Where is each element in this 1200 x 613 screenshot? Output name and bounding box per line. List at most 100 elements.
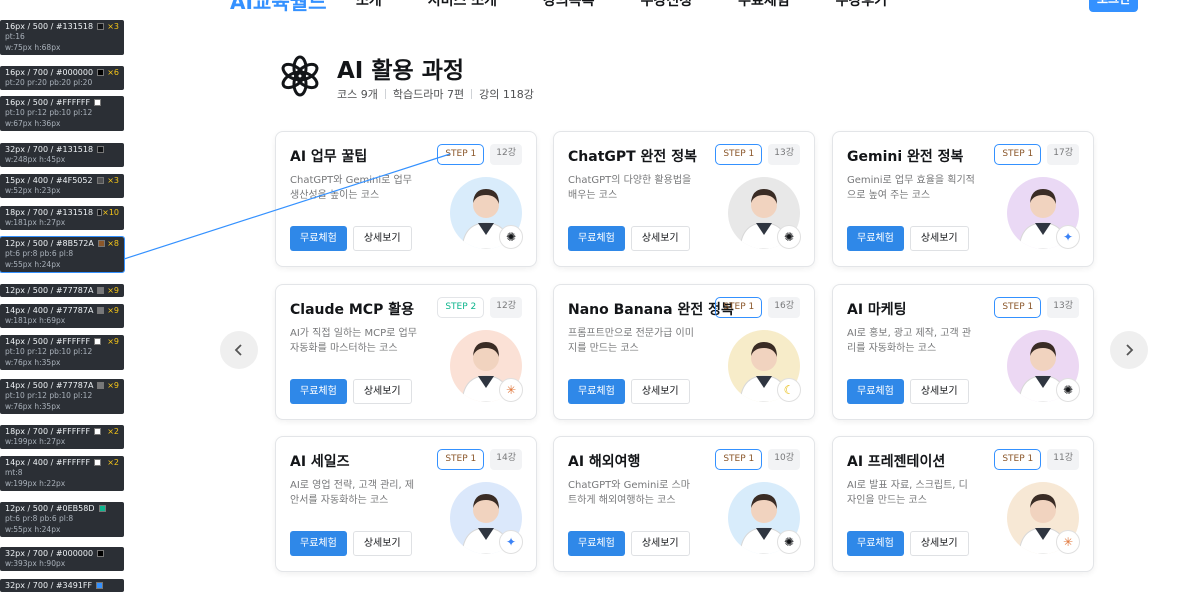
color-swatch xyxy=(96,582,104,589)
details-button[interactable]: 상세보기 xyxy=(630,531,690,556)
inspector-style-entry[interactable]: 12px / 500 / #77787A ×9 xyxy=(0,284,124,297)
details-button[interactable]: 상세보기 xyxy=(909,226,969,251)
spacing-spec: w:76px h:35px xyxy=(5,358,61,367)
lecture-count-badge: 14강 xyxy=(490,449,522,470)
course-description: AI로 홍보, 광고 제작, 고객 관리를 자동화하는 코스 xyxy=(847,328,972,354)
course-description: AI로 발표 자료, 스크립트, 디자인을 만드는 코스 xyxy=(847,480,968,506)
free-trial-button[interactable]: 무료체험 xyxy=(290,379,347,404)
usage-count: ×6 xyxy=(107,68,119,77)
color-swatch xyxy=(97,550,105,557)
free-trial-button[interactable]: 무료체험 xyxy=(568,379,625,404)
style-spec: 15px / 400 / #4F5052 xyxy=(5,176,93,185)
nav-link[interactable]: 소개 xyxy=(356,0,382,10)
card-actions: 무료체험 상세보기 xyxy=(568,379,690,404)
nav-link[interactable]: 서비스 소개 xyxy=(428,0,497,10)
nav-link[interactable]: 강의목록 xyxy=(543,0,595,10)
details-button[interactable]: 상세보기 xyxy=(352,379,412,404)
style-spec: 12px / 500 / #77787A xyxy=(5,286,94,295)
style-spec: 14px / 500 / #FFFFFF xyxy=(5,337,91,346)
spacing-spec: w:55px h:24px xyxy=(5,525,61,534)
free-trial-button[interactable]: 무료체험 xyxy=(290,226,347,251)
course-card[interactable]: Nano Banana 완전 정복 STEP 1 16강 프롬프트만으로 전문가… xyxy=(553,284,815,420)
details-button[interactable]: 상세보기 xyxy=(630,379,690,404)
inspector-style-entry[interactable]: 15px / 400 / #4F5052 ×3 w:52px h:23px xyxy=(0,174,124,198)
spacing-spec: w:199px h:22px xyxy=(5,479,66,488)
lecture-count-badge: 12강 xyxy=(490,297,522,318)
claude-icon: ✳ xyxy=(499,378,523,402)
chatgpt-icon: ✺ xyxy=(1056,378,1080,402)
gemini-icon: ✦ xyxy=(1056,225,1080,249)
free-trial-button[interactable]: 무료체험 xyxy=(847,379,904,404)
usage-count: ×9 xyxy=(107,286,119,295)
course-card[interactable]: AI 마케팅 STEP 1 13강 AI로 홍보, 광고 제작, 고객 관리를 … xyxy=(832,284,1094,420)
step-badge: STEP 1 xyxy=(994,144,1042,165)
color-swatch xyxy=(94,459,102,466)
inspector-style-entry[interactable]: 14px / 500 / #FFFFFF ×9 pt:10 pr:12 pb:1… xyxy=(0,335,124,370)
details-button[interactable]: 상세보기 xyxy=(352,226,412,251)
course-card[interactable]: AI 업무 꿀팁 STEP 1 12강 ChatGPT와 Gemini로 업무 … xyxy=(275,131,537,267)
openai-logo-icon xyxy=(281,55,319,97)
course-badges: STEP 1 16강 xyxy=(715,297,800,318)
spacing-spec: w:393px h:90px xyxy=(5,559,66,568)
course-badges: STEP 1 13강 xyxy=(994,297,1079,318)
inspector-style-entry[interactable]: 12px / 500 / #0EB58D pt:6 pr:8 pb:6 pl:8… xyxy=(0,502,124,537)
free-trial-button[interactable]: 무료체험 xyxy=(568,531,625,556)
inspector-style-entry[interactable]: 16px / 500 / #131518 ×3 pt:16 w:75px h:68… xyxy=(0,20,124,55)
inspector-style-entry[interactable]: 12px / 500 / #8B572A ×8 pt:6 pr:8 pb:6 p… xyxy=(0,236,125,273)
inspector-style-entry[interactable]: 32px / 700 / #131518 w:248px h:45px xyxy=(0,143,124,167)
stat-courses: 코스 9개 xyxy=(337,88,378,101)
course-description: AI가 직접 일하는 MCP로 업무 자동화를 마스터하는 코스 xyxy=(290,328,417,354)
style-label: 14px / 500 / #77787A ×9 xyxy=(5,381,119,390)
inspector-style-entry[interactable]: 18px / 700 / #FFFFFF ×2 w:199px h:27px xyxy=(0,425,124,449)
inspector-style-entry[interactable]: 32px / 700 / #3491FF xyxy=(0,579,124,592)
usage-count: ×2 xyxy=(107,458,119,467)
free-trial-button[interactable]: 무료체험 xyxy=(290,531,347,556)
stat-dramas: 학습드라마 7편 xyxy=(392,88,465,101)
details-button[interactable]: 상세보기 xyxy=(909,531,969,556)
course-badges: STEP 1 13강 xyxy=(715,144,800,165)
lecture-count-badge: 13강 xyxy=(768,144,800,165)
details-button[interactable]: 상세보기 xyxy=(909,379,969,404)
course-card[interactable]: AI 해외여행 STEP 1 10강 ChatGPT와 Gemini로 스마트하… xyxy=(553,436,815,572)
inspector-style-entry[interactable]: 32px / 700 / #000000 w:393px h:90px xyxy=(0,547,124,571)
inspector-style-entry[interactable]: 16px / 700 / #000000 ×6 pt:20 pr:20 pb:2… xyxy=(0,66,124,90)
claude-icon: ✳ xyxy=(1056,530,1080,554)
course-card[interactable]: Gemini 완전 정복 STEP 1 17강 Gemini로 업무 효율을 획… xyxy=(832,131,1094,267)
spacing-spec: pt:10 pr:12 pb:10 pl:12 xyxy=(5,108,93,117)
style-spec: 32px / 700 / #000000 xyxy=(5,549,94,558)
inspector-style-entry[interactable]: 14px / 500 / #77787A ×9 pt:10 pr:12 pb:1… xyxy=(0,379,124,414)
spacing-spec: pt:6 pr:8 pb:6 pl:8 xyxy=(5,514,74,523)
details-button[interactable]: 상세보기 xyxy=(630,226,690,251)
inspector-style-entry[interactable]: 18px / 700 / #131518 ×10 w:181px h:27px xyxy=(0,206,124,230)
course-badges: STEP 1 14강 xyxy=(437,449,522,470)
carousel-prev-button[interactable] xyxy=(220,331,258,369)
inspector-style-entry[interactable]: 16px / 500 / #FFFFFF pt:10 pr:12 pb:10 p… xyxy=(0,96,124,131)
course-card[interactable]: AI 프레젠테이션 STEP 1 11강 AI로 발표 자료, 스크립트, 디자… xyxy=(832,436,1094,572)
login-button[interactable]: 로그인 xyxy=(1089,0,1138,12)
course-description: Gemini로 업무 효율을 획기적으로 높여 주는 코스 xyxy=(847,175,975,201)
inspector-style-entry[interactable]: 14px / 400 / #77787A ×9 w:181px h:69px xyxy=(0,304,124,328)
free-trial-button[interactable]: 무료체험 xyxy=(568,226,625,251)
nav-link[interactable]: 무료체험 xyxy=(738,0,790,10)
carousel-next-button[interactable] xyxy=(1110,331,1148,369)
course-badges: STEP 1 12강 xyxy=(437,144,522,165)
nav-link[interactable]: 수강후기 xyxy=(836,0,888,10)
details-button[interactable]: 상세보기 xyxy=(352,531,412,556)
stat-lectures: 강의 118강 xyxy=(479,88,534,101)
free-trial-button[interactable]: 무료체험 xyxy=(847,531,904,556)
free-trial-button[interactable]: 무료체험 xyxy=(847,226,904,251)
course-card[interactable]: ChatGPT 완전 정복 STEP 1 13강 ChatGPT의 다양한 활용… xyxy=(553,131,815,267)
course-card[interactable]: AI 세일즈 STEP 1 14강 AI로 영업 전략, 고객 관리, 제안서를… xyxy=(275,436,537,572)
course-card[interactable]: Claude MCP 활용 STEP 2 12강 AI가 직접 일하는 MCP로… xyxy=(275,284,537,420)
style-spec: 18px / 700 / #FFFFFF xyxy=(5,427,91,436)
color-swatch xyxy=(97,240,105,247)
usage-count: ×9 xyxy=(107,306,119,315)
spacing-spec: mt:8 xyxy=(5,468,23,477)
nav-link[interactable]: 수강신청 xyxy=(641,0,693,10)
usage-count: ×9 xyxy=(107,337,119,346)
inspector-style-entry[interactable]: 14px / 400 / #FFFFFF ×2 mt:8 w:199px h:22… xyxy=(0,456,124,491)
spacing-spec: w:52px h:23px xyxy=(5,186,61,195)
course-title: AI 해외여행 xyxy=(568,454,641,470)
site-logo[interactable]: AI교육월드 xyxy=(230,0,327,15)
style-label: 14px / 400 / #FFFFFF ×2 xyxy=(5,458,119,467)
